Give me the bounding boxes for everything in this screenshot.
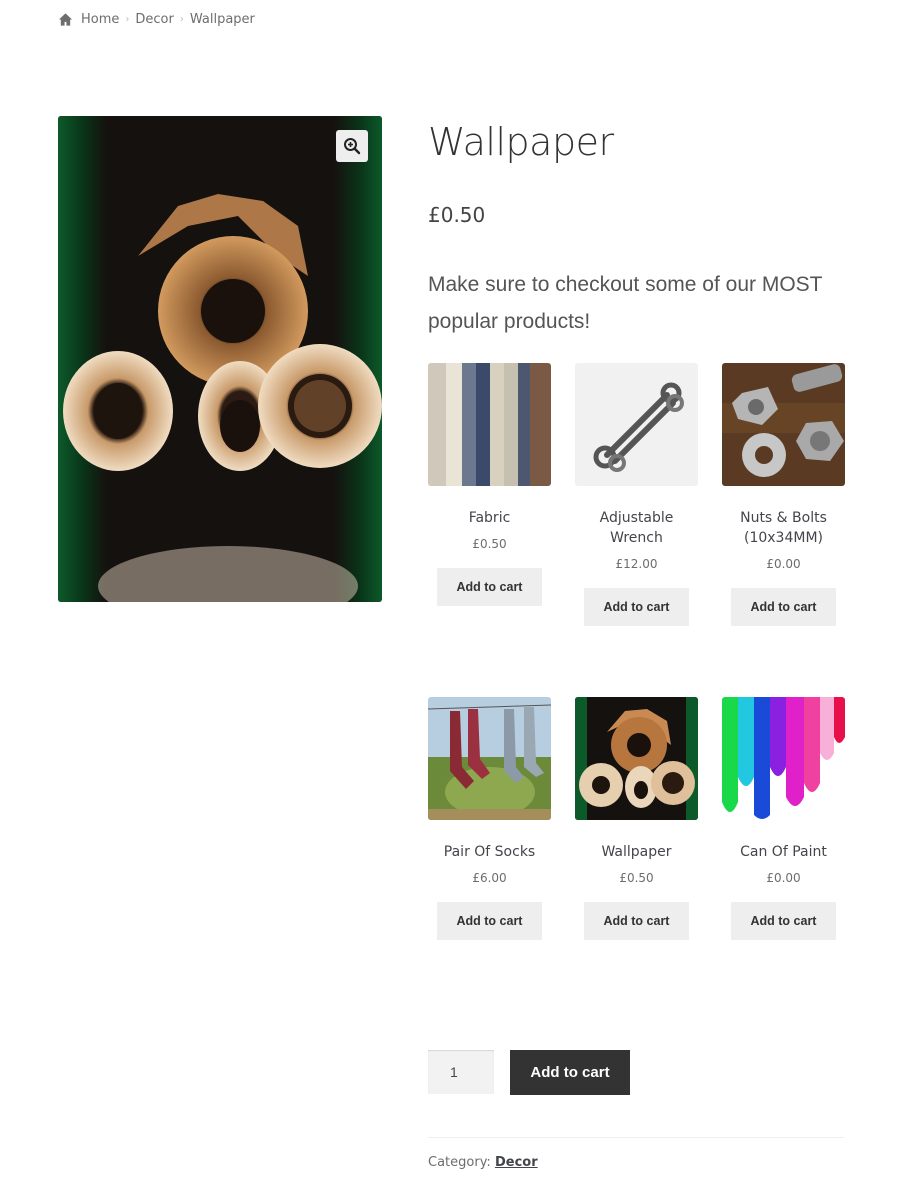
- promo-text: Make sure to checkout some of our MOST p…: [428, 273, 823, 333]
- add-to-cart-button[interactable]: Add to cart: [436, 902, 543, 940]
- product-card-wallpaper: Wallpaper £0.50 Add to cart: [575, 697, 698, 940]
- product-price: £0.50: [472, 537, 507, 551]
- chevron-right-icon: ›: [179, 14, 184, 25]
- breadcrumb-decor-link[interactable]: Decor: [135, 12, 173, 27]
- wallpaper-image[interactable]: [575, 697, 698, 820]
- product-price: £0.00: [766, 871, 801, 885]
- product-price: £0.00: [766, 557, 801, 571]
- chevron-right-icon: ›: [125, 14, 130, 25]
- add-to-cart-main-button[interactable]: Add to cart: [510, 1050, 630, 1095]
- product-name[interactable]: Wallpaper: [575, 842, 698, 862]
- add-to-cart-button[interactable]: Add to cart: [583, 588, 690, 626]
- fabric-image[interactable]: [428, 363, 551, 486]
- home-icon: [58, 13, 73, 26]
- breadcrumb-current: Wallpaper: [189, 12, 255, 27]
- product-price: £0.50: [428, 203, 486, 227]
- add-to-cart-button[interactable]: Add to cart: [583, 902, 690, 940]
- product-meta: Category: Decor: [428, 1155, 538, 1170]
- add-to-cart-button[interactable]: Add to cart: [436, 568, 543, 606]
- product-gallery-image[interactable]: [58, 116, 382, 602]
- wrench-image[interactable]: [575, 363, 698, 486]
- wallpaper-rolls-image: [58, 116, 382, 602]
- add-to-cart-button[interactable]: Add to cart: [730, 588, 837, 626]
- category-link[interactable]: Decor: [495, 1155, 538, 1170]
- socks-image[interactable]: [428, 697, 551, 820]
- zoom-in-icon: [344, 138, 361, 155]
- product-name[interactable]: Nuts & Bolts (10x34MM): [722, 508, 845, 548]
- breadcrumb-home-link[interactable]: Home: [81, 12, 119, 27]
- add-to-cart-button[interactable]: Add to cart: [730, 902, 837, 940]
- product-price: £12.00: [615, 557, 658, 571]
- product-card-fabric: Fabric £0.50 Add to cart: [428, 363, 551, 606]
- product-price: £0.50: [619, 871, 654, 885]
- paint-image[interactable]: [722, 697, 845, 820]
- product-name[interactable]: Adjustable Wrench: [575, 508, 698, 548]
- product-name[interactable]: Pair Of Socks: [428, 842, 551, 862]
- product-name[interactable]: Can Of Paint: [722, 842, 845, 862]
- category-label: Category:: [428, 1155, 491, 1170]
- product-card-can-of-paint: Can Of Paint £0.00 Add to cart: [722, 697, 845, 940]
- product-name[interactable]: Fabric: [428, 508, 551, 528]
- divider: [428, 1137, 844, 1138]
- product-title: Wallpaper: [428, 120, 614, 164]
- breadcrumb: Home › Decor › Wallpaper: [58, 12, 255, 27]
- zoom-button[interactable]: [336, 130, 368, 162]
- nuts-bolts-image[interactable]: [722, 363, 845, 486]
- product-price: £6.00: [472, 871, 507, 885]
- product-card-pair-of-socks: Pair Of Socks £6.00 Add to cart: [428, 697, 551, 940]
- quantity-input[interactable]: [428, 1050, 494, 1094]
- product-card-adjustable-wrench: Adjustable Wrench £12.00 Add to cart: [575, 363, 698, 626]
- product-card-nuts-bolts: Nuts & Bolts (10x34MM) £0.00 Add to cart: [722, 363, 845, 626]
